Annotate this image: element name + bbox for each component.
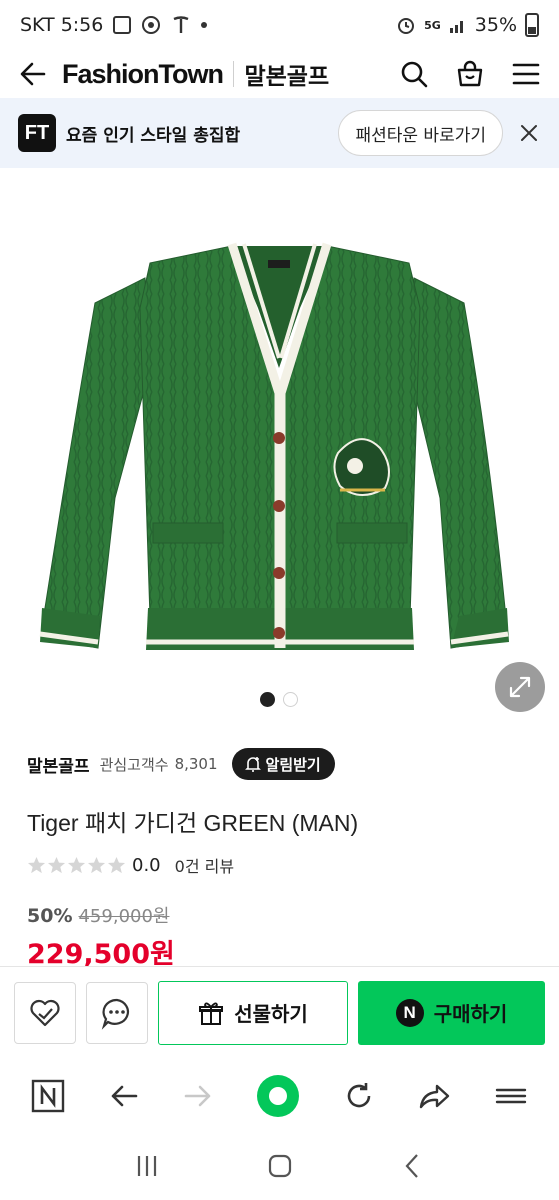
back-icon[interactable] (108, 1080, 140, 1112)
favorite-label: 관심고객수 (99, 755, 169, 774)
buy-button[interactable]: N 구매하기 (358, 980, 545, 1045)
rating-value: 0.0 (132, 854, 161, 876)
star-icon (27, 856, 46, 873)
alarm-button[interactable]: 알림받기 (231, 748, 335, 780)
buy-label: 구매하기 (433, 1002, 508, 1026)
original-price: 459,000원 (78, 906, 170, 927)
app-notification-icon (142, 16, 161, 34)
forward-icon[interactable] (182, 1080, 214, 1112)
search-icon[interactable] (399, 59, 429, 89)
home-icon[interactable] (265, 1151, 295, 1181)
alarm-icon (398, 18, 415, 34)
gift-icon (199, 1002, 224, 1025)
promo-banner: FT 요즘 인기 스타일 총집합 패션타운 바로가기 (0, 98, 559, 168)
gift-button[interactable]: 선물하기 (158, 980, 348, 1045)
shopping-bag-icon[interactable] (455, 59, 485, 89)
naver-pay-icon: N (395, 998, 424, 1027)
app-header: FashionTown 말본골프 (0, 50, 559, 98)
browser-toolbar (0, 1060, 559, 1132)
gift-label: 선물하기 (234, 1002, 308, 1026)
menu-icon[interactable] (511, 59, 541, 89)
back-arrow-icon[interactable] (18, 59, 48, 89)
network-label: 5G (424, 18, 441, 32)
zoom-button[interactable] (495, 662, 545, 712)
store-row: 말본골프 관심고객수 8,301 알림받기 (27, 748, 335, 780)
menu-icon[interactable] (494, 1079, 528, 1113)
store-name[interactable]: 말본골프 (27, 752, 90, 777)
carrier-time: SKT 5:56 (20, 14, 104, 36)
chat-button[interactable] (86, 981, 148, 1044)
status-bar: SKT 5:56 5G 35% (0, 0, 559, 50)
carousel-dot[interactable] (283, 692, 298, 707)
review-count[interactable]: 0건 리뷰 (175, 853, 234, 877)
cardigan-illustration (39, 242, 509, 650)
alarm-label: 알림받기 (265, 755, 321, 774)
naver-n-icon[interactable] (31, 1079, 65, 1113)
recents-icon[interactable] (132, 1151, 162, 1181)
share-icon[interactable] (417, 1079, 451, 1113)
tesla-icon (173, 16, 189, 33)
carousel-dot-active[interactable] (260, 692, 275, 707)
system-navigation-bar (0, 1132, 559, 1200)
header-divider (232, 61, 235, 87)
rating-row: 0.0 0건 리뷰 (27, 852, 234, 878)
more-notifications-icon (201, 22, 208, 28)
brand-logo[interactable]: FashionTown (62, 59, 224, 90)
heart-check-icon (30, 999, 60, 1026)
rating-stars (27, 856, 126, 875)
purchase-action-bar: 선물하기 N 구매하기 (0, 966, 559, 1058)
chat-bubble-icon (101, 998, 129, 1030)
home-circle-icon[interactable] (256, 1074, 300, 1118)
bell-plus-icon (244, 757, 261, 772)
battery-icon (525, 13, 539, 37)
star-icon (47, 856, 66, 873)
star-icon (107, 856, 126, 873)
battery-percent: 35% (474, 14, 517, 36)
close-icon[interactable] (519, 123, 539, 143)
refresh-icon[interactable] (343, 1080, 375, 1112)
expand-icon (509, 676, 531, 698)
star-icon (87, 856, 106, 873)
product-image[interactable] (0, 168, 559, 728)
carousel-indicator (260, 692, 298, 707)
price-discount-row: 50% 459,000원 (27, 902, 169, 928)
banner-text: 요즘 인기 스타일 총집합 (66, 125, 241, 146)
back-icon[interactable] (398, 1151, 428, 1181)
store-title[interactable]: 말본골프 (244, 57, 329, 91)
discount-rate: 50% (27, 905, 73, 927)
gallery-icon (113, 16, 132, 34)
fashiontown-link-button[interactable]: 패션타운 바로가기 (338, 110, 503, 156)
star-icon (67, 856, 86, 873)
product-title: Tiger 패치 가디건 GREEN (MAN) (27, 810, 359, 836)
wishlist-button[interactable] (14, 981, 76, 1044)
favorite-count: 8,301 (174, 755, 218, 773)
signal-icon (449, 21, 463, 33)
ft-logo: FT (18, 114, 56, 152)
